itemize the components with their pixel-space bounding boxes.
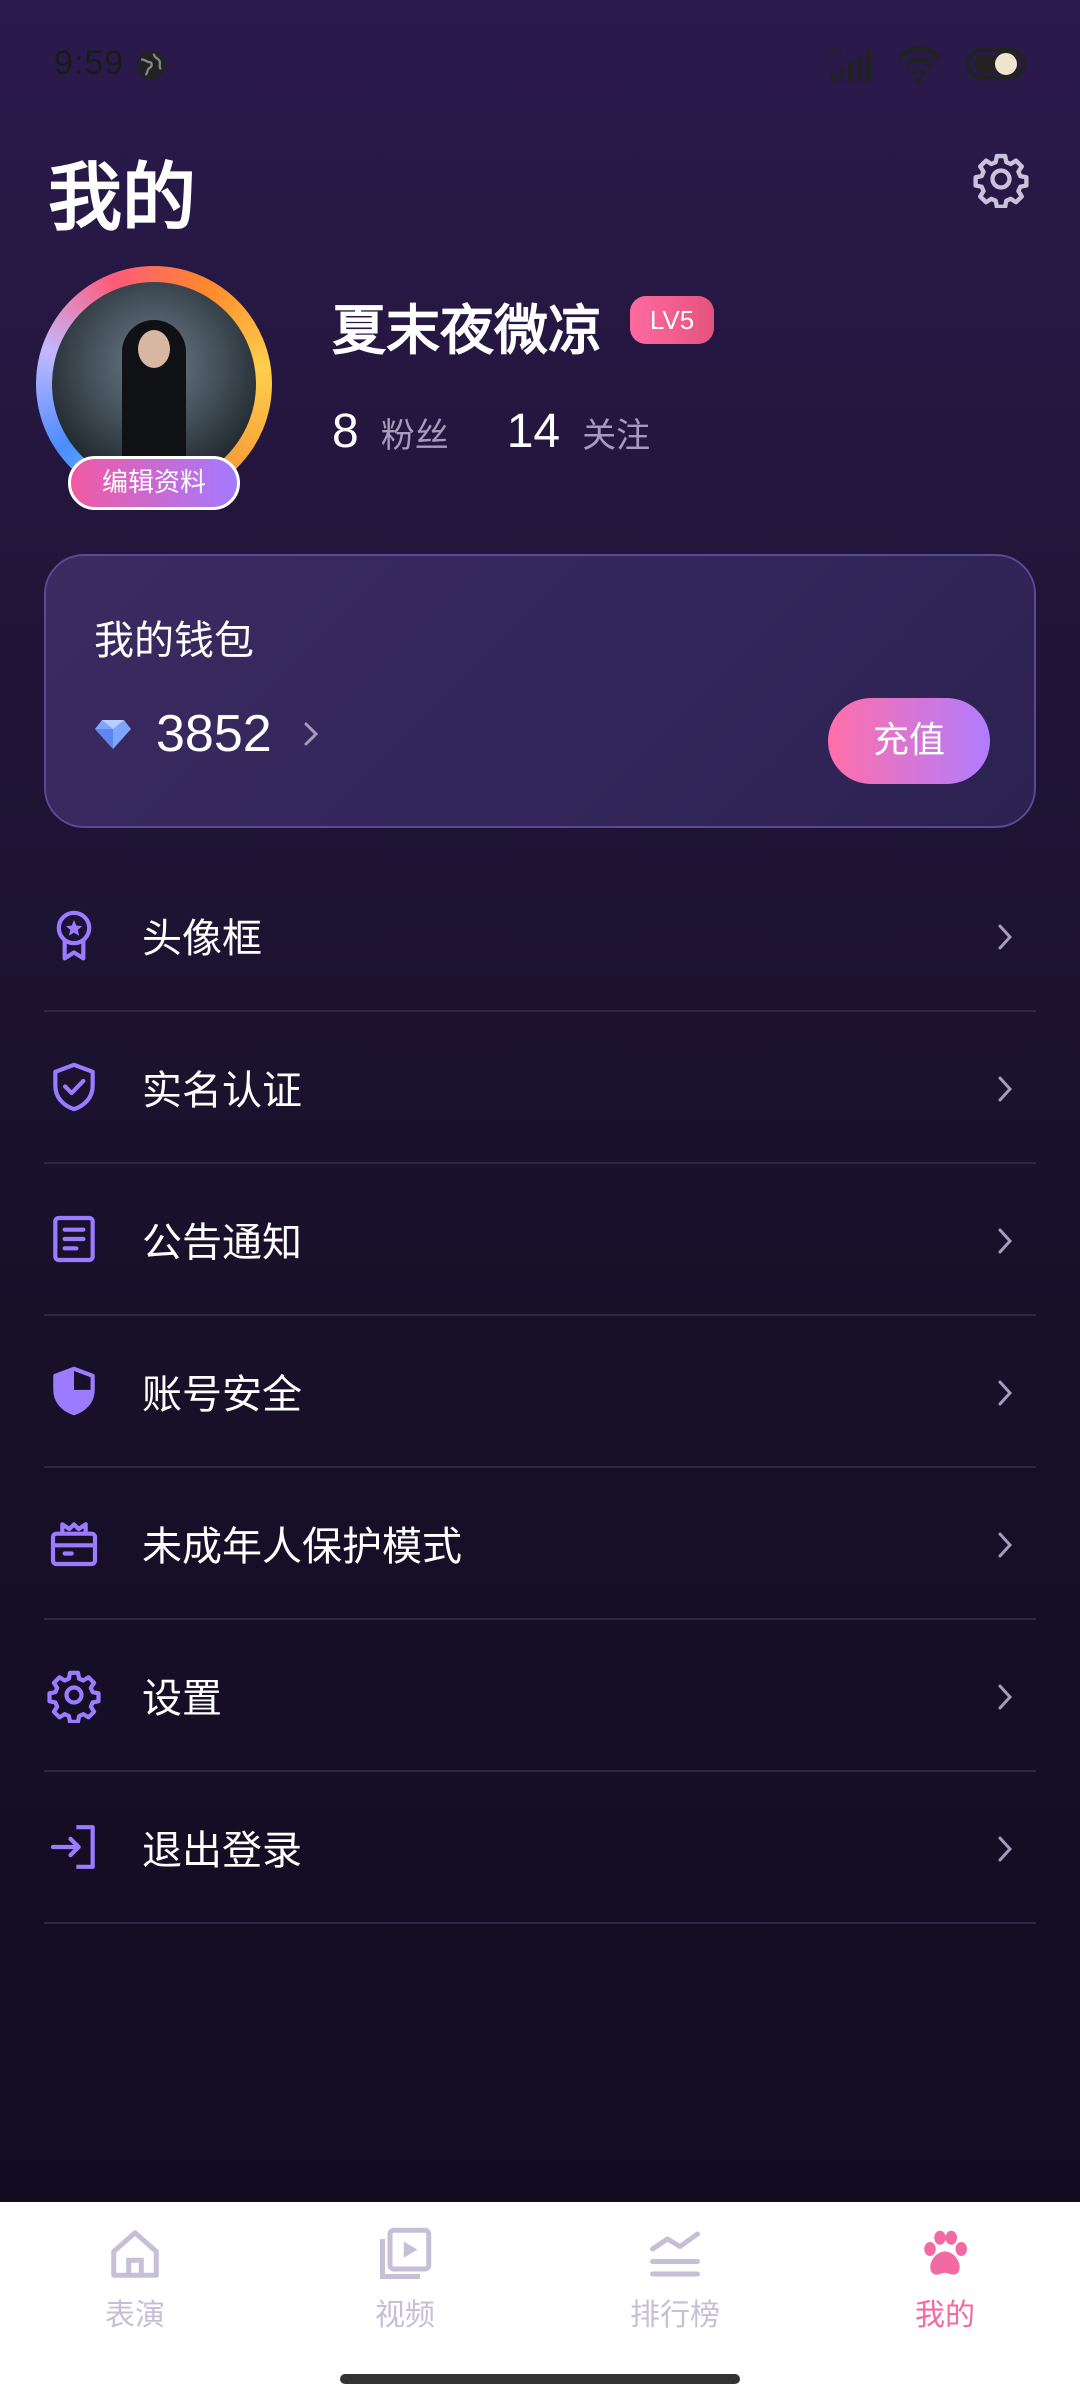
chevron-right-icon <box>998 1228 1013 1254</box>
chevron-right-icon <box>998 1836 1013 1862</box>
chevron-right-icon <box>998 924 1013 950</box>
menu-item-label: 公告通知 <box>142 1220 302 1266</box>
menu-item-label: 账号安全 <box>142 1372 302 1418</box>
nav-item-mine[interactable]: 我的 <box>865 2224 1025 2334</box>
nav-label: 我的 <box>915 2298 975 2333</box>
chevron-right-icon <box>998 1380 1013 1406</box>
menu-list: 头像框 实名认证 公告通知 账号安全 未成年人保护模式 设置 退出登录 <box>44 860 1036 1924</box>
menu-item-label: 未成年人保护模式 <box>142 1524 462 1570</box>
badge-icon <box>56 910 92 961</box>
menu-item-label: 实名认证 <box>142 1068 302 1114</box>
recharge-button[interactable]: 充值 <box>828 698 990 784</box>
chevron-right-icon <box>998 1532 1013 1558</box>
avatar[interactable]: 编辑资料 <box>36 266 272 516</box>
home-indicator <box>340 2374 740 2384</box>
wallet-card[interactable]: 我的钱包 3852 充值 <box>44 554 1036 828</box>
nav-label: 表演 <box>105 2298 165 2333</box>
hd-signal-icon: HD <box>826 47 871 82</box>
page-title: 我的 <box>48 155 196 241</box>
following-count[interactable]: 14 <box>507 404 560 459</box>
gift-box-icon <box>50 1522 98 1567</box>
chevron-right-icon <box>998 1076 1013 1102</box>
nav-label: 视频 <box>375 2298 435 2333</box>
username: 夏末夜微凉 <box>332 299 602 362</box>
logout-icon <box>50 1825 95 1869</box>
globe-icon <box>136 50 166 80</box>
menu-item-notices[interactable]: 公告通知 <box>44 1164 1036 1316</box>
menu-item-label: 头像框 <box>142 916 262 962</box>
wallet-balance-row[interactable]: 3852 <box>94 704 320 764</box>
bottom-nav: 表演 视频 排行榜 我的 <box>0 2202 1080 2400</box>
status-time: 9:59 <box>54 44 125 82</box>
profile-stats: 8 粉丝 14 关注 <box>332 404 650 459</box>
chevron-right-icon <box>304 722 318 746</box>
menu-item-account-security[interactable]: 账号安全 <box>44 1316 1036 1468</box>
home-icon <box>111 2230 159 2278</box>
menu-item-real-name[interactable]: 实名认证 <box>44 1012 1036 1164</box>
nav-item-video[interactable]: 视频 <box>325 2224 485 2334</box>
svg-text:HD: HD <box>826 47 842 59</box>
wallet-balance: 3852 <box>156 705 272 763</box>
menu-item-label: 退出登录 <box>142 1828 302 1874</box>
menu-item-label: 设置 <box>142 1676 222 1722</box>
gear-icon[interactable] <box>972 150 1030 208</box>
shield-half-icon <box>53 1366 95 1416</box>
fans-count[interactable]: 8 <box>332 404 359 459</box>
battery-icon <box>966 48 1026 80</box>
gear-icon <box>47 1670 101 1723</box>
document-icon <box>53 1215 95 1263</box>
shield-check-icon <box>53 1062 95 1112</box>
following-label[interactable]: 关注 <box>582 408 650 457</box>
menu-item-minor-protection[interactable]: 未成年人保护模式 <box>44 1468 1036 1620</box>
wifi-icon <box>897 46 941 83</box>
video-icon <box>380 2227 432 2279</box>
fans-label[interactable]: 粉丝 <box>381 408 449 457</box>
paw-icon <box>924 2230 967 2275</box>
edit-profile-button[interactable]: 编辑资料 <box>68 456 240 510</box>
menu-item-avatar-frame[interactable]: 头像框 <box>44 860 1036 1012</box>
chevron-right-icon <box>998 1684 1013 1710</box>
menu-item-settings[interactable]: 设置 <box>44 1620 1036 1772</box>
nav-label: 排行榜 <box>630 2298 720 2333</box>
level-badge: LV5 <box>630 296 714 344</box>
status-bar: 9:59 HD <box>0 0 1080 130</box>
menu-item-logout[interactable]: 退出登录 <box>44 1772 1036 1924</box>
wallet-title: 我的钱包 <box>94 618 254 664</box>
nav-item-performance[interactable]: 表演 <box>55 2224 215 2334</box>
nav-item-ranking[interactable]: 排行榜 <box>595 2224 755 2334</box>
diamond-icon <box>95 720 131 749</box>
chart-icon <box>650 2231 700 2277</box>
